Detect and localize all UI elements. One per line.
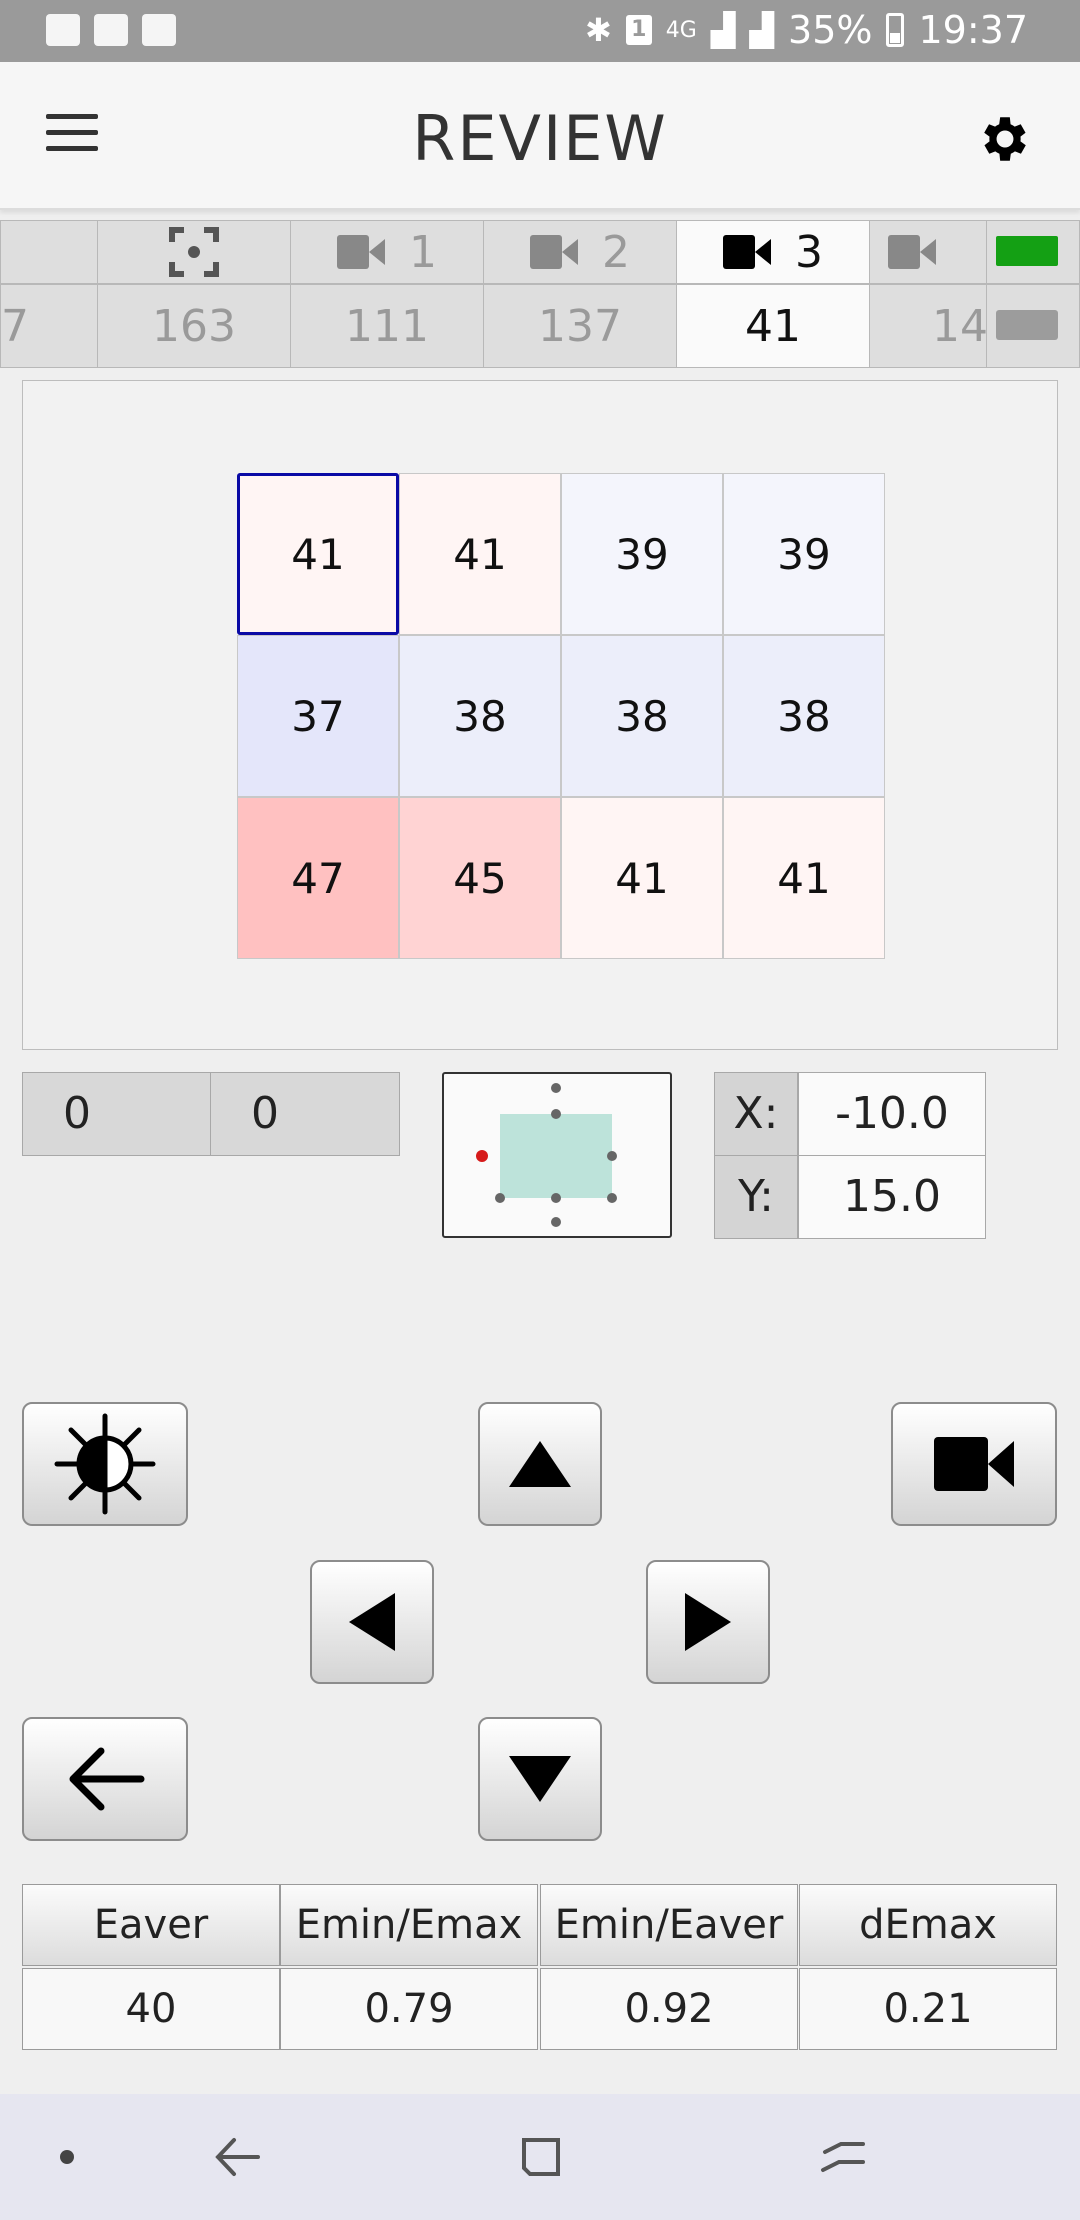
- tab-value-0[interactable]: 7: [0, 284, 98, 368]
- camera-values: 7 163 111 137 41 14: [0, 284, 1080, 368]
- tab-value-2[interactable]: 137: [483, 284, 677, 368]
- move-down-button[interactable]: [478, 1717, 602, 1841]
- arrow-down-icon: [509, 1756, 571, 1802]
- tab-camera-4[interactable]: [869, 220, 989, 284]
- gear-icon[interactable]: [976, 110, 1034, 168]
- grid-cell[interactable]: 39: [561, 473, 723, 635]
- grid-cell[interactable]: 39: [723, 473, 885, 635]
- stat-value-emin-eaver: 0.92: [540, 1968, 798, 2050]
- status-bar: ✱ 1 4G ▟ ▟ 35% 19:37: [0, 0, 1080, 62]
- stat-header-emin-eaver: Emin/Eaver: [540, 1884, 798, 1966]
- measurement-grid: 41 41 39 39 37 38 38 38 47 45 41 41: [237, 473, 885, 959]
- back-button[interactable]: [22, 1717, 188, 1841]
- position-preview[interactable]: [442, 1072, 672, 1238]
- tab-value-3[interactable]: 41: [676, 284, 870, 368]
- camera-icon: [530, 235, 578, 269]
- stat-header-emin-emax: Emin/Emax: [280, 1884, 538, 1966]
- sim-icon: 1: [625, 15, 652, 45]
- stat-header-eaver: Eaver: [22, 1884, 280, 1966]
- grid-cell[interactable]: 38: [399, 635, 561, 797]
- grid-cell[interactable]: 45: [399, 797, 561, 959]
- tab-camera-2[interactable]: 2: [483, 220, 677, 284]
- camera-icon: [888, 235, 936, 269]
- wifi-icon: [142, 14, 176, 46]
- battery-percent: 35%: [788, 8, 873, 52]
- clock: 19:37: [918, 8, 1028, 52]
- grid-cell[interactable]: 37: [237, 635, 399, 797]
- grid-cell[interactable]: 41: [561, 797, 723, 959]
- camera-icon: [934, 1437, 1014, 1491]
- measurement-panel: 41 41 39 39 37 38 38 38 47 45 41 41: [22, 380, 1058, 1050]
- grid-cell[interactable]: 38: [561, 635, 723, 797]
- tab-value-1[interactable]: 111: [290, 284, 484, 368]
- signal-icon-2: ▟: [749, 11, 775, 49]
- grid-cell[interactable]: 47: [237, 797, 399, 959]
- x-value-field[interactable]: -10.0: [798, 1072, 986, 1156]
- gallery-icon: [46, 14, 80, 46]
- brightness-icon: [54, 1413, 156, 1515]
- system-icons: ✱ 1 4G ▟ ▟ 35% 19:37: [585, 8, 1028, 52]
- arrow-left-icon: [349, 1593, 395, 1651]
- move-up-button[interactable]: [478, 1402, 602, 1526]
- tab-label: 2: [602, 226, 630, 278]
- tab-label: 3: [795, 226, 823, 278]
- tab-value-focus[interactable]: 163: [97, 284, 291, 368]
- camera-tabs: 1 2 3: [0, 220, 1080, 284]
- facebook-icon: [94, 14, 128, 46]
- camera-icon: [337, 235, 385, 269]
- offset-field-b[interactable]: 0: [210, 1072, 400, 1156]
- stat-value-emin-emax: 0.79: [280, 1968, 538, 2050]
- camera-button[interactable]: [891, 1402, 1057, 1526]
- tab-focus[interactable]: [97, 220, 291, 284]
- page-title: REVIEW: [412, 102, 668, 175]
- tab-0[interactable]: [0, 220, 98, 284]
- move-right-button[interactable]: [646, 1560, 770, 1684]
- overview-icon[interactable]: [808, 2124, 878, 2190]
- grid-cell[interactable]: 38: [723, 635, 885, 797]
- tab-label: 1: [409, 226, 437, 278]
- camera-icon: [723, 235, 771, 269]
- arrow-right-icon: [685, 1593, 731, 1651]
- battery-icon: [886, 13, 905, 47]
- back-icon[interactable]: [202, 2124, 272, 2190]
- stat-value-eaver: 40: [22, 1968, 280, 2050]
- stat-header-demax: dEmax: [799, 1884, 1057, 1966]
- tab-camera-1[interactable]: 1: [290, 220, 484, 284]
- network-type: 4G: [665, 17, 697, 43]
- offset-field-a[interactable]: 0: [22, 1072, 212, 1156]
- preview-diagram: [476, 1083, 617, 1227]
- notification-icons: [46, 14, 176, 46]
- app-bar: REVIEW: [0, 62, 1080, 210]
- grid-cell[interactable]: 41: [399, 473, 561, 635]
- tab-camera-3[interactable]: 3: [676, 220, 870, 284]
- status-indicator-green[interactable]: [996, 236, 1058, 266]
- dot-icon[interactable]: [32, 2124, 102, 2190]
- grid-cell[interactable]: 41: [237, 473, 399, 635]
- x-label: X:: [714, 1072, 798, 1156]
- signal-icon: ▟: [710, 11, 736, 49]
- stat-value-demax: 0.21: [799, 1968, 1057, 2050]
- status-indicator-grey[interactable]: [996, 310, 1058, 340]
- system-nav-bar: [0, 2094, 1080, 2220]
- back-arrow-icon: [69, 1747, 145, 1811]
- y-label: Y:: [714, 1155, 798, 1239]
- recents-icon[interactable]: [504, 2124, 574, 2190]
- tab-value-4[interactable]: 14: [869, 284, 989, 368]
- grid-cell[interactable]: 41: [723, 797, 885, 959]
- focus-icon: [169, 227, 219, 277]
- brightness-button[interactable]: [22, 1402, 188, 1526]
- bluetooth-icon: ✱: [584, 11, 612, 49]
- y-value-field[interactable]: 15.0: [798, 1155, 986, 1239]
- arrow-up-icon: [509, 1441, 571, 1487]
- move-left-button[interactable]: [310, 1560, 434, 1684]
